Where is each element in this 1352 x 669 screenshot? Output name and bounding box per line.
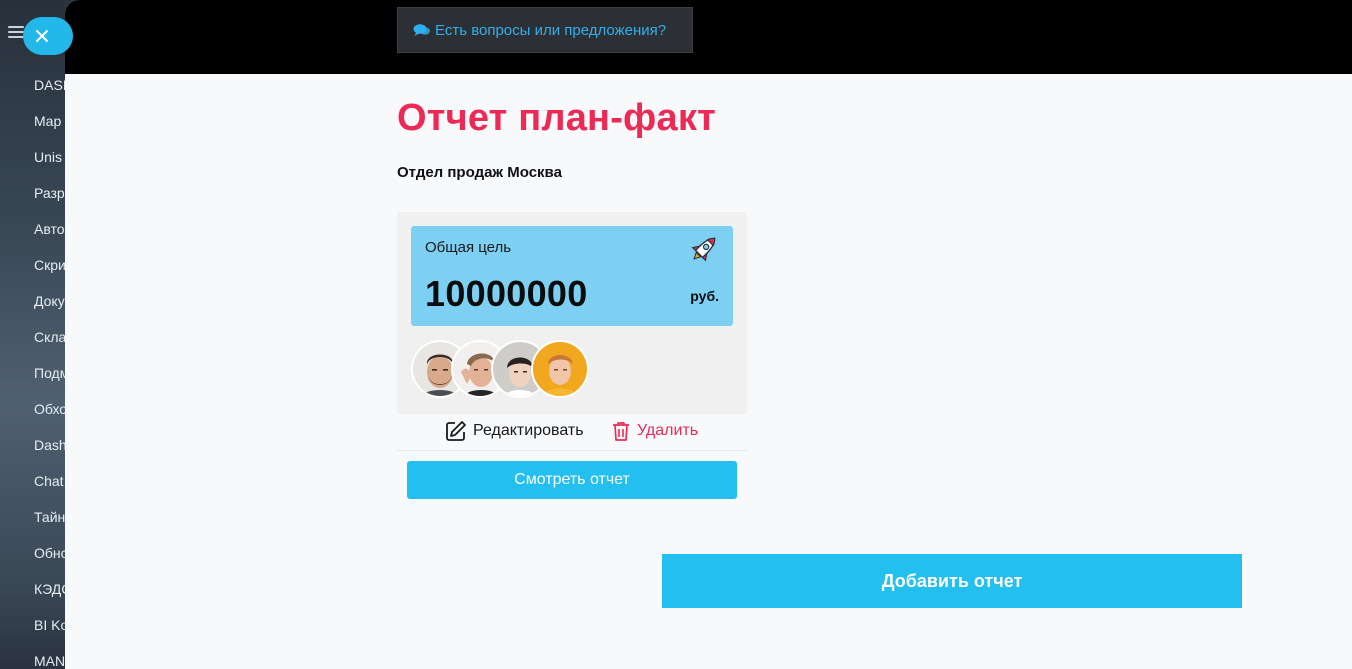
delete-label: Удалить — [637, 422, 699, 439]
edit-button[interactable]: Редактировать — [445, 420, 584, 442]
sidebar-item[interactable]: Обхо — [34, 401, 65, 417]
menu-icon[interactable] — [8, 26, 24, 38]
sidebar-item[interactable]: BI Ko — [34, 617, 65, 633]
sidebar-item[interactable]: Скла — [34, 329, 65, 345]
sidebar-item[interactable]: Map — [34, 113, 61, 129]
close-icon — [36, 30, 48, 42]
close-slider-button[interactable] — [23, 17, 73, 55]
sidebar-item[interactable]: Unis — [34, 149, 62, 165]
goal-label: Общая цель — [425, 239, 512, 256]
goal-block: Общая цель 10000000 руб. — [411, 226, 733, 326]
avatar[interactable] — [531, 340, 589, 398]
department-label: Отдел продаж Москва — [397, 164, 562, 181]
sidebar-item[interactable]: Доку — [34, 293, 65, 309]
page-title: Отчет план-факт — [397, 97, 716, 139]
sidebar-item[interactable]: MAN — [34, 653, 65, 669]
sidebar-item[interactable]: Chat — [34, 473, 64, 489]
goal-unit: руб. — [690, 288, 719, 304]
sidebar-item[interactable]: Авто — [34, 221, 65, 237]
rocket-icon — [691, 237, 716, 262]
background-sidebar: DASI Map Unis Разр Авто Скри Доку Скла П… — [0, 0, 65, 669]
sidebar-item[interactable]: Подм — [34, 365, 65, 381]
sidebar-item[interactable]: КЭДС — [34, 581, 65, 597]
edit-icon — [446, 421, 466, 441]
report-actions: Редактировать Удалить — [397, 414, 747, 451]
sidebar-item[interactable]: DASI — [34, 77, 65, 93]
delete-button[interactable]: Удалить — [611, 420, 698, 442]
sidebar-item[interactable]: Dash — [34, 437, 65, 453]
slider-panel: Есть вопросы или предложения? Отчет план… — [65, 0, 1352, 669]
slider-top-bar — [65, 0, 1352, 74]
edit-label: Редактировать — [473, 422, 584, 439]
report-card: Общая цель 10000000 руб. — [397, 212, 747, 414]
add-report-button[interactable]: Добавить отчет — [662, 554, 1242, 608]
trash-icon — [613, 422, 629, 441]
sidebar-item[interactable]: Скри — [34, 257, 65, 273]
goal-value: 10000000 — [425, 273, 588, 314]
feedback-label: Есть вопросы или предложения? — [435, 21, 667, 39]
sidebar-item[interactable]: Разр — [34, 185, 65, 201]
comments-icon — [413, 24, 430, 36]
sidebar-item[interactable]: Обнс — [34, 545, 65, 561]
view-report-button[interactable]: Смотреть отчет — [407, 461, 737, 499]
sidebar-item[interactable]: Тайн — [34, 509, 65, 525]
feedback-button[interactable]: Есть вопросы или предложения? — [397, 7, 693, 53]
